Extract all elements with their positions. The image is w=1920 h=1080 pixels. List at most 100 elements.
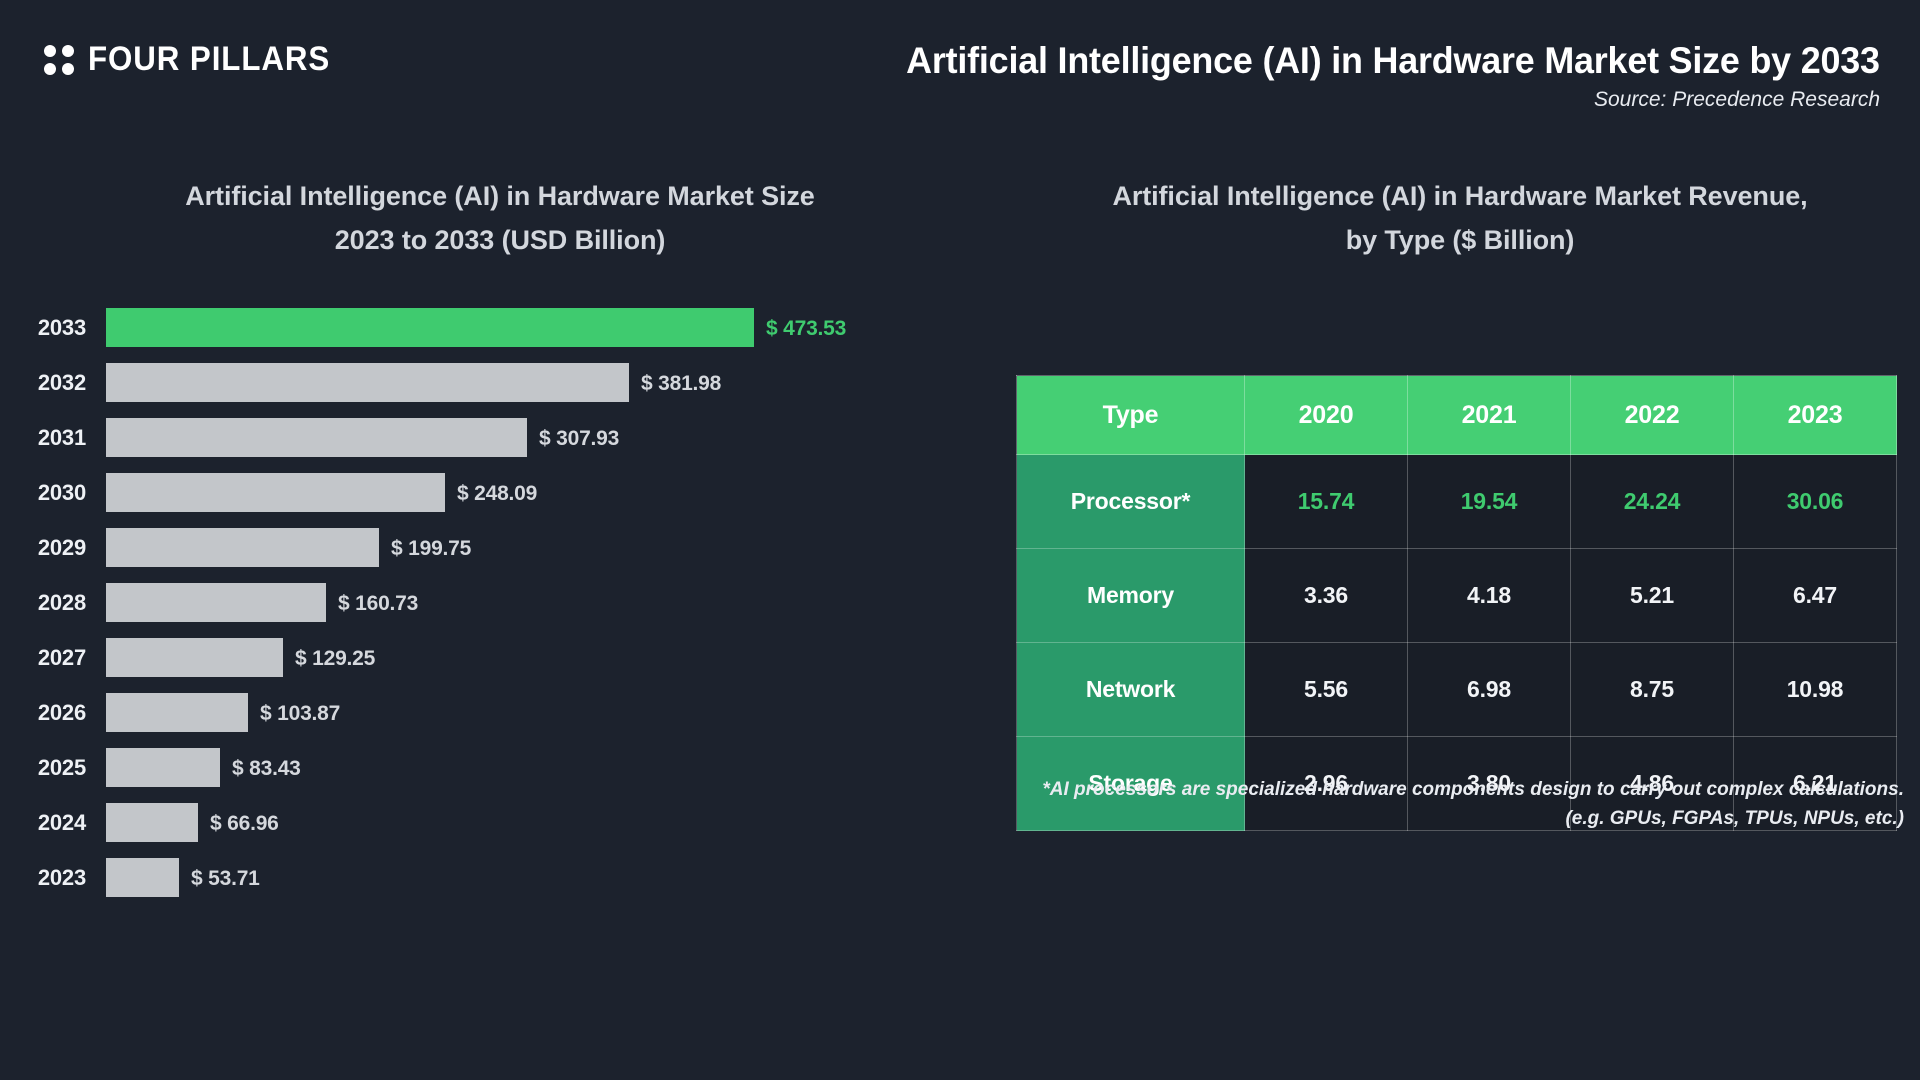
bar-row: 2028 $ 160.73 [0, 575, 1000, 630]
bar-row: 2031 $ 307.93 [0, 410, 1000, 465]
bar-year-label: 2032 [37, 369, 86, 395]
bar-track: $ 129.25 [106, 638, 1000, 677]
bar-value-label: $ 53.71 [191, 867, 260, 890]
bar-track: $ 381.98 [106, 363, 1000, 402]
table-cell: 6.47 [1733, 548, 1897, 643]
infographic-page: FOUR PILLARS Artificial Intelligence (AI… [0, 0, 1920, 1080]
bar-track: $ 103.87 [106, 693, 1000, 732]
market-revenue-table-panel: Artificial Intelligence (AI) in Hardware… [1000, 175, 1920, 1035]
table-row: Memory 3.36 4.18 5.21 6.47 [1016, 548, 1897, 643]
bar-value-label: $ 307.93 [539, 427, 620, 450]
table-row: Processor* 15.74 19.54 24.24 30.06 [1016, 454, 1897, 549]
bar-fill [106, 308, 754, 347]
bar-value-label: $ 473.53 [766, 317, 847, 340]
bar-track: $ 53.71 [106, 858, 1000, 897]
bar-year-label: 2026 [37, 699, 86, 725]
table-cell: 10.98 [1733, 642, 1897, 737]
bar-track: $ 83.43 [106, 748, 1000, 787]
table-cell: 3.36 [1244, 548, 1408, 643]
table-cell: 5.56 [1244, 642, 1408, 737]
bar-fill [106, 363, 629, 402]
bar-year-label: 2024 [37, 809, 86, 835]
brand-logo: FOUR PILLARS [44, 40, 351, 79]
table-cell: 15.74 [1244, 454, 1408, 549]
table-cell: 19.54 [1407, 454, 1571, 549]
bar-year-label: 2023 [37, 864, 86, 890]
bar-chart: 2033 $ 473.53 2032 $ 381.98 2031 $ 307.93 2030… [0, 300, 1000, 905]
bar-fill [106, 858, 179, 897]
table-header-row: Type 2020 2021 2022 2023 [1016, 375, 1897, 455]
brand-name: FOUR PILLARS [88, 40, 331, 78]
bar-track: $ 248.09 [106, 473, 1000, 512]
bar-fill [106, 418, 527, 457]
source-attribution: Source: Precedence Research [1594, 88, 1880, 111]
table-col-year: 2020 [1244, 375, 1408, 455]
bar-fill [106, 693, 248, 732]
table-cell: 4.18 [1407, 548, 1571, 643]
table-cell: 30.06 [1733, 454, 1897, 549]
left-chart-title: Artificial Intelligence (AI) in Hardware… [0, 175, 1000, 262]
bar-value-label: $ 199.75 [391, 537, 472, 560]
table-col-year: 2022 [1570, 375, 1734, 455]
bar-row: 2030 $ 248.09 [0, 465, 1000, 520]
bar-value-label: $ 129.25 [295, 647, 376, 670]
table-col-year: 2021 [1407, 375, 1571, 455]
table-row-label: Memory [1016, 548, 1245, 643]
table-col-type: Type [1016, 375, 1245, 455]
bar-fill [106, 473, 445, 512]
page-title: Artificial Intelligence (AI) in Hardware… [906, 40, 1880, 81]
bar-fill [106, 803, 198, 842]
footnote-line1: *AI processors are specialized hardware … [1042, 779, 1904, 800]
bar-row: 2029 $ 199.75 [0, 520, 1000, 575]
bar-value-label: $ 160.73 [338, 592, 419, 615]
header: FOUR PILLARS Artificial Intelligence (AI… [0, 0, 1920, 160]
bar-value-label: $ 83.43 [232, 757, 301, 780]
table-col-year: 2023 [1733, 375, 1897, 455]
bar-row: 2024 $ 66.96 [0, 795, 1000, 850]
bar-fill [106, 638, 283, 677]
bar-row: 2026 $ 103.87 [0, 685, 1000, 740]
table-cell: 8.75 [1570, 642, 1734, 737]
bar-fill [106, 528, 379, 567]
bar-year-label: 2030 [37, 479, 86, 505]
bar-year-label: 2029 [37, 534, 86, 560]
bar-row: 2032 $ 381.98 [0, 355, 1000, 410]
bar-track: $ 160.73 [106, 583, 1000, 622]
bar-fill [106, 748, 220, 787]
right-chart-title-line1: Artificial Intelligence (AI) in Hardware… [1112, 181, 1808, 211]
revenue-table-wrapper: Type 2020 2021 2022 2023 Processor* 15.74 19.5… [1016, 375, 1897, 831]
table-row-label: Network [1016, 642, 1245, 737]
right-chart-title-line2: by Type ($ Billion) [1345, 224, 1575, 255]
table-row: Network 5.56 6.98 8.75 10.98 [1016, 642, 1897, 737]
bar-row: 2023 $ 53.71 [0, 850, 1000, 905]
four-dots-icon [44, 44, 74, 75]
bar-track: $ 199.75 [106, 528, 1000, 567]
bar-year-label: 2027 [37, 644, 86, 670]
bar-row: 2033 $ 473.53 [0, 300, 1000, 355]
table-row-label: Processor* [1016, 454, 1245, 549]
footnote-line2: (e.g. GPUs, FGPAs, TPUs, NPUs, etc.) [1565, 808, 1904, 830]
bar-row: 2027 $ 129.25 [0, 630, 1000, 685]
bar-value-label: $ 103.87 [260, 702, 341, 725]
bar-value-label: $ 248.09 [457, 482, 538, 505]
bar-track: $ 473.53 [106, 308, 1000, 347]
bar-value-label: $ 381.98 [641, 372, 722, 395]
left-chart-title-line2: 2023 to 2033 (USD Billion) [334, 224, 666, 255]
market-size-chart-panel: Artificial Intelligence (AI) in Hardware… [0, 175, 1000, 1035]
left-chart-title-line1: Artificial Intelligence (AI) in Hardware… [185, 181, 815, 211]
bar-fill [106, 583, 326, 622]
table-cell: 6.98 [1407, 642, 1571, 737]
bar-year-label: 2031 [37, 424, 86, 450]
bar-year-label: 2028 [37, 589, 86, 615]
revenue-table: Type 2020 2021 2022 2023 Processor* 15.74 19.5… [1016, 375, 1897, 831]
bar-row: 2025 $ 83.43 [0, 740, 1000, 795]
bar-year-label: 2033 [37, 314, 86, 340]
table-cell: 5.21 [1570, 548, 1734, 643]
table-cell: 24.24 [1570, 454, 1734, 549]
table-footnote: *AI processors are specialized hardware … [1024, 775, 1904, 834]
bar-year-label: 2025 [37, 754, 86, 780]
bar-value-label: $ 66.96 [210, 812, 279, 835]
right-chart-title: Artificial Intelligence (AI) in Hardware… [1000, 175, 1920, 262]
bar-track: $ 66.96 [106, 803, 1000, 842]
bar-track: $ 307.93 [106, 418, 1000, 457]
